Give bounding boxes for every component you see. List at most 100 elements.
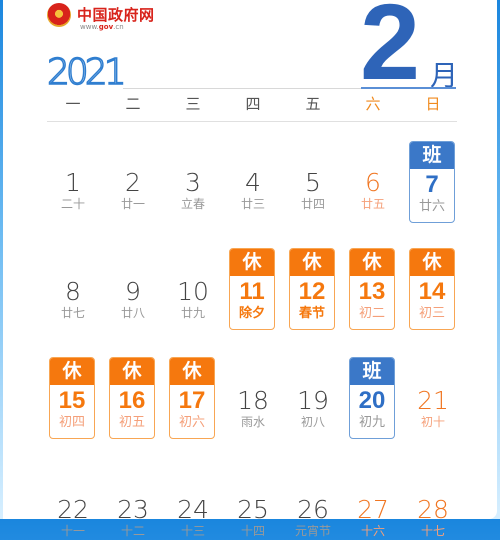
holiday-box: 休 11 除夕 bbox=[229, 248, 275, 330]
lunar-date: 除夕 bbox=[238, 306, 265, 321]
day-number: 25 bbox=[237, 495, 269, 524]
day-number: 16 bbox=[118, 387, 146, 414]
day-number: 17 bbox=[178, 387, 206, 414]
holiday-box: 休 17 初六 bbox=[169, 357, 215, 439]
lunar-date: 廿七 bbox=[60, 306, 85, 320]
day-cell[interactable]: 休 15 初四 bbox=[43, 355, 103, 439]
day-cell[interactable]: 27 十六 bbox=[343, 464, 403, 540]
divider bbox=[47, 121, 457, 122]
day-number: 4 bbox=[245, 168, 261, 197]
rest-badge: 休 bbox=[410, 249, 454, 276]
weekday-label: 四 bbox=[245, 95, 261, 113]
day-cell[interactable]: 2 廿一 bbox=[103, 137, 163, 213]
day-cell[interactable]: 休 16 初五 bbox=[103, 355, 163, 439]
day-cell[interactable]: 休 17 初六 bbox=[163, 355, 223, 439]
holiday-box: 休 12 春节 bbox=[289, 248, 335, 330]
day-cell[interactable]: 3 立春 bbox=[163, 137, 223, 213]
lunar-date: 廿四 bbox=[300, 197, 325, 211]
day-cell[interactable]: 25 十四 bbox=[223, 464, 283, 540]
day-number: 8 bbox=[65, 277, 81, 306]
day-cell[interactable]: 休 12 春节 bbox=[283, 246, 343, 330]
lunar-date: 元宵节 bbox=[294, 524, 331, 538]
year-label: 2021 bbox=[46, 51, 127, 94]
day-cell[interactable]: 休 13 初二 bbox=[343, 246, 403, 330]
day-number: 3 bbox=[185, 168, 201, 197]
lunar-date: 廿五 bbox=[360, 197, 385, 211]
day-number: 7 bbox=[425, 171, 439, 198]
lunar-date: 廿三 bbox=[240, 197, 265, 211]
day-number: 2 bbox=[125, 168, 141, 197]
lunar-date: 雨水 bbox=[240, 415, 265, 429]
day-number: 18 bbox=[237, 386, 269, 415]
work-badge: 班 bbox=[410, 142, 454, 169]
day-number: 14 bbox=[418, 278, 446, 305]
day-cell[interactable]: 5 廿四 bbox=[283, 137, 343, 213]
day-cell[interactable]: 1 二十 bbox=[43, 137, 103, 213]
day-number: 15 bbox=[58, 387, 86, 414]
day-number: 1 bbox=[65, 168, 81, 197]
day-number: 19 bbox=[297, 386, 329, 415]
day-cell[interactable]: 休 14 初三 bbox=[403, 246, 463, 330]
day-number: 10 bbox=[177, 277, 209, 306]
lunar-date: 十四 bbox=[240, 524, 265, 538]
lunar-date: 立春 bbox=[180, 197, 205, 211]
weekday-label: 六 bbox=[365, 95, 381, 113]
lunar-date: 春节 bbox=[298, 306, 325, 321]
holiday-box: 休 16 初五 bbox=[109, 357, 155, 439]
lunar-date: 廿八 bbox=[120, 306, 145, 320]
rest-badge: 休 bbox=[50, 358, 94, 385]
day-cell[interactable]: 休 11 除夕 bbox=[223, 246, 283, 330]
weekday-header: 一二三四五六日 bbox=[43, 93, 463, 115]
holiday-box: 休 14 初三 bbox=[409, 248, 455, 330]
day-cell[interactable]: 4 廿三 bbox=[223, 137, 283, 213]
day-cell[interactable]: 18 雨水 bbox=[223, 355, 283, 431]
weekday-label: 五 bbox=[305, 95, 321, 113]
lunar-date: 十一 bbox=[60, 524, 85, 538]
lunar-date: 十三 bbox=[180, 524, 205, 538]
day-number: 28 bbox=[417, 495, 449, 524]
calendar-page: 中国政府网 www.gov.cn 2021 2 月 一二三四五六日 1 二十 2 廿一… bbox=[3, 0, 497, 537]
day-cell[interactable]: 9 廿八 bbox=[103, 246, 163, 322]
day-number: 26 bbox=[297, 495, 329, 524]
lunar-date: 廿一 bbox=[120, 197, 145, 211]
month-number: 2 bbox=[360, 0, 421, 102]
lunar-date: 初十 bbox=[420, 415, 445, 429]
day-cell[interactable]: 21 初十 bbox=[403, 355, 463, 431]
lunar-date: 廿六 bbox=[418, 199, 445, 214]
day-cell[interactable]: 10 廿九 bbox=[163, 246, 223, 322]
weekday-label: 三 bbox=[185, 95, 201, 113]
site-logo[interactable]: 中国政府网 www.gov.cn bbox=[47, 3, 167, 33]
day-cell[interactable]: 班 7 廿六 bbox=[403, 137, 463, 223]
site-name: 中国政府网 bbox=[77, 6, 155, 24]
lunar-date: 初二 bbox=[358, 306, 385, 321]
day-cell[interactable]: 28 十七 bbox=[403, 464, 463, 540]
lunar-date: 初九 bbox=[358, 415, 385, 430]
lunar-date: 二十 bbox=[60, 197, 85, 211]
rest-badge: 休 bbox=[290, 249, 334, 276]
day-number: 12 bbox=[298, 278, 326, 305]
day-cell[interactable]: 19 初八 bbox=[283, 355, 343, 431]
weekday-label: 日 bbox=[425, 95, 441, 113]
national-emblem-icon bbox=[47, 3, 71, 27]
day-cell[interactable]: 22 十一 bbox=[43, 464, 103, 540]
lunar-date: 十六 bbox=[360, 524, 385, 538]
lunar-date: 初五 bbox=[118, 415, 145, 430]
day-number: 21 bbox=[417, 386, 449, 415]
lunar-date: 初六 bbox=[178, 415, 205, 430]
month-underline bbox=[361, 87, 456, 89]
day-number: 24 bbox=[177, 495, 209, 524]
workday-box: 班 20 初九 bbox=[349, 357, 395, 439]
day-cell[interactable]: 6 廿五 bbox=[343, 137, 403, 213]
day-cell[interactable]: 24 十三 bbox=[163, 464, 223, 540]
day-cell[interactable]: 8 廿七 bbox=[43, 246, 103, 322]
day-number: 23 bbox=[117, 495, 149, 524]
day-number: 9 bbox=[125, 277, 141, 306]
day-number: 13 bbox=[358, 278, 386, 305]
day-cell[interactable]: 班 20 初九 bbox=[343, 355, 403, 439]
holiday-box: 休 13 初二 bbox=[349, 248, 395, 330]
holiday-box: 休 15 初四 bbox=[49, 357, 95, 439]
day-cell[interactable]: 23 十二 bbox=[103, 464, 163, 540]
day-cell[interactable]: 26 元宵节 bbox=[283, 464, 343, 540]
lunar-date: 十二 bbox=[120, 524, 145, 538]
rest-badge: 休 bbox=[110, 358, 154, 385]
